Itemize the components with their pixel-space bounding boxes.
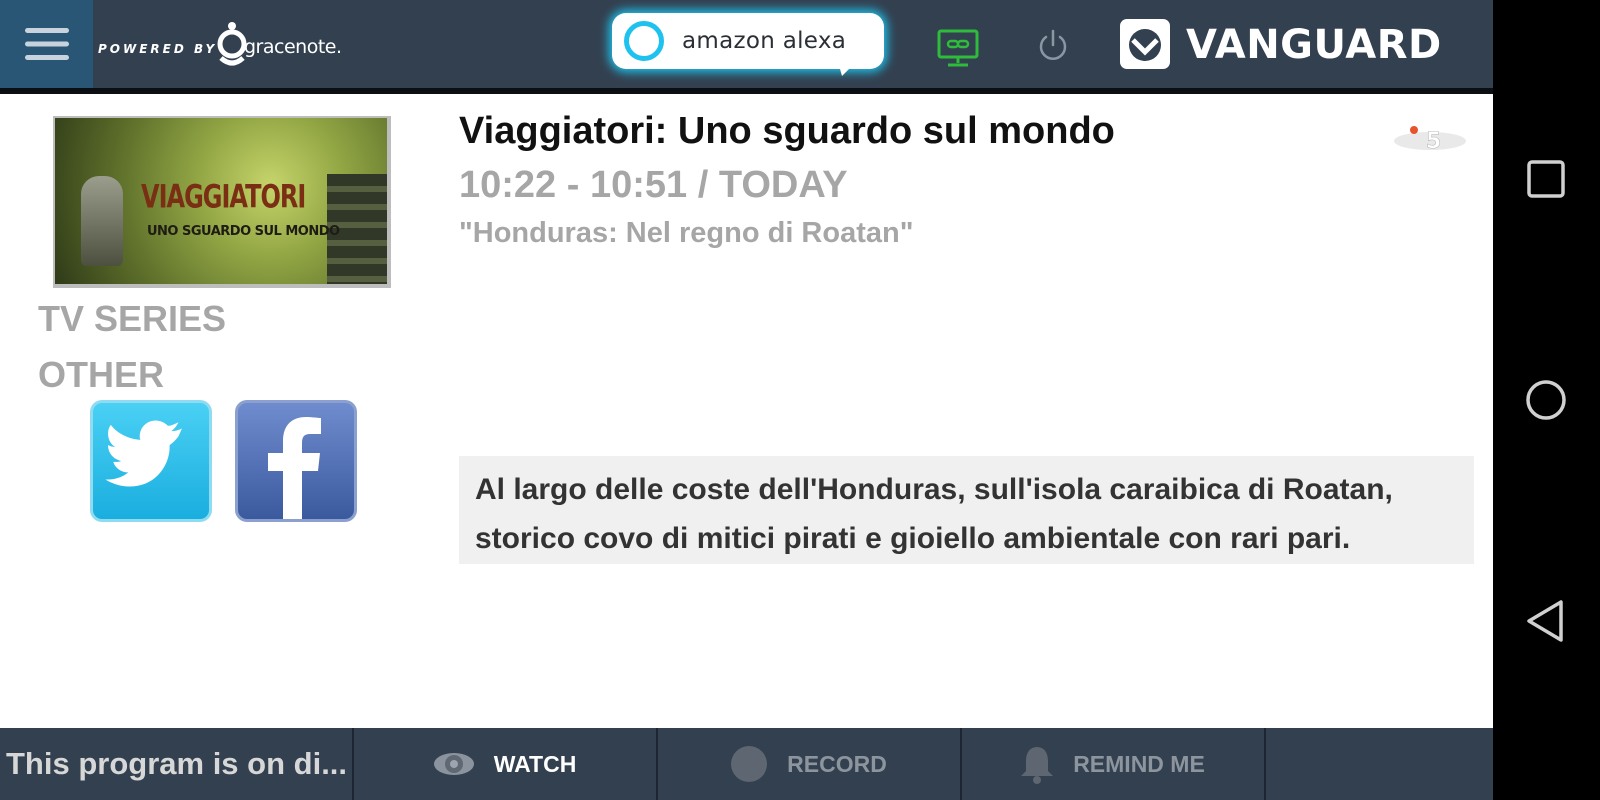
record-dot-icon: [731, 746, 768, 782]
thumbnail-subtitle: UNO SGUARDO SUL MONDO: [147, 224, 340, 239]
android-nav-bar: [1493, 0, 1600, 800]
record-label: RECORD: [787, 750, 887, 777]
top-bar: POWERED BY gracenote. amazon alexa VANGU…: [0, 0, 1493, 90]
twitter-share-button[interactable]: [90, 400, 212, 522]
alexa-ring-icon: [624, 21, 664, 61]
facebook-share-button[interactable]: [235, 400, 357, 522]
channel-logo-icon: 5: [1394, 126, 1466, 154]
program-time: 10:22 - 10:51 / TODAY: [459, 164, 848, 206]
powered-by-label: POWERED BY: [98, 42, 218, 56]
circle-icon[interactable]: [1523, 377, 1569, 423]
description-box: Al largo delle coste dell'Honduras, sull…: [459, 456, 1474, 564]
program-status-text: This program is on di...: [6, 746, 346, 781]
channel-logo-text: 5: [1426, 129, 1441, 154]
facebook-f-icon: [268, 417, 321, 519]
hamburger-icon: [24, 28, 69, 60]
remind-button[interactable]: REMIND ME: [962, 728, 1262, 800]
vanguard-brand: VANGUARD: [1186, 22, 1442, 68]
bell-icon: [1021, 747, 1054, 784]
episode-title: "Honduras: Nel regno di Roatan": [459, 217, 914, 249]
menu-button[interactable]: [0, 0, 93, 88]
vanguard-shield-icon: [1120, 19, 1170, 69]
monitor-link-icon[interactable]: [936, 28, 980, 68]
twitter-bird-icon: [105, 420, 182, 487]
top-bar-divider: [0, 88, 1493, 94]
watch-button[interactable]: WATCH: [354, 728, 654, 800]
bottom-bar: This program is on di... WATCH RECORD RE…: [0, 728, 1493, 800]
square-icon[interactable]: [1523, 156, 1569, 202]
alexa-button[interactable]: amazon alexa: [612, 13, 884, 69]
alexa-bubble-tail: [838, 62, 856, 76]
category-label: OTHER: [38, 354, 164, 395]
gracenote-brand: gracenote.: [244, 36, 342, 58]
genre-label: TV SERIES: [38, 298, 227, 339]
thumbnail-title: VIAGGIATORI: [141, 178, 306, 216]
bottom-divider: [1264, 728, 1266, 800]
record-button[interactable]: RECORD: [658, 728, 958, 800]
triangle-back-icon[interactable]: [1523, 598, 1569, 644]
stone-face-graphic: [81, 176, 123, 266]
program-thumbnail: VIAGGIATORI UNO SGUARDO SUL MONDO: [53, 116, 391, 288]
program-title: Viaggiatori: Uno sguardo sul mondo: [459, 110, 1115, 152]
remind-label: REMIND ME: [1073, 750, 1205, 777]
power-icon[interactable]: [1036, 28, 1070, 64]
eye-icon: [433, 753, 474, 775]
watch-label: WATCH: [493, 750, 577, 777]
program-description: Al largo delle coste dell'Honduras, sull…: [475, 473, 1393, 555]
alexa-label: amazon alexa: [682, 28, 847, 54]
thumbnail-image: VIAGGIATORI UNO SGUARDO SUL MONDO: [55, 118, 387, 284]
